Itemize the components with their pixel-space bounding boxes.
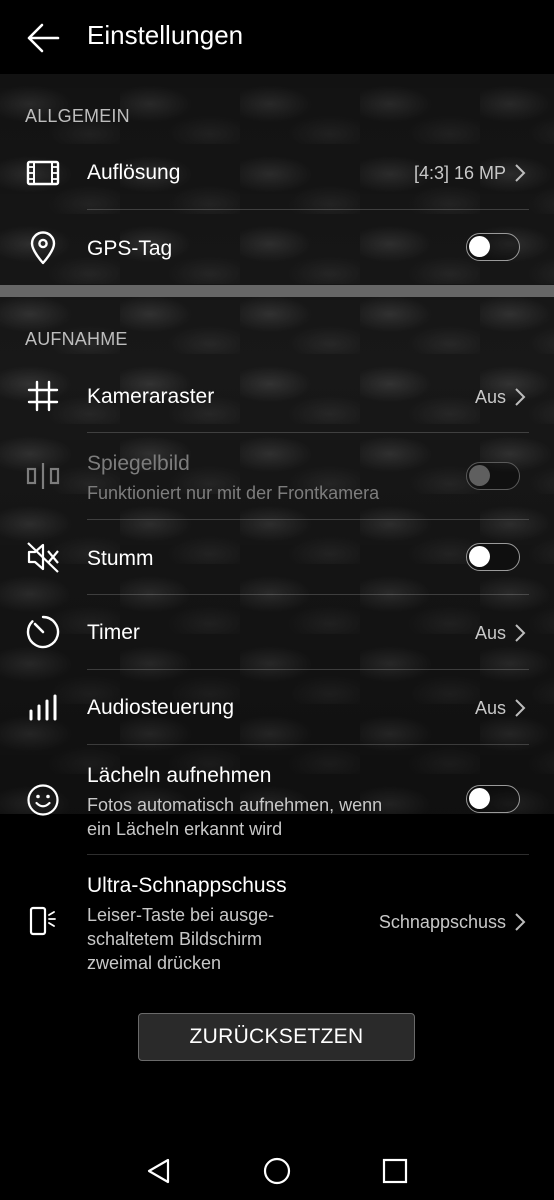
- setting-description-line2: ein Lächeln erkannt wird: [87, 819, 283, 839]
- mirror-icon: [26, 463, 60, 489]
- setting-label: Lächeln aufnehmen: [87, 764, 272, 787]
- setting-value: [4:3] 16 MP: [413, 163, 506, 183]
- setting-smile-capture[interactable]: Lächeln aufnehmen Fotos automatisch aufn…: [0, 745, 554, 855]
- chevron-right-icon: [515, 913, 526, 931]
- setting-resolution[interactable]: Auflösung [4:3] 16 MP: [0, 136, 554, 210]
- setting-description: Funktioniert nur mit der Frontkamera: [87, 483, 380, 503]
- film-frame-icon: [26, 160, 60, 186]
- location-pin-icon: [30, 231, 56, 265]
- section-label-general: ALLGEMEIN: [25, 106, 130, 126]
- chevron-right-icon: [515, 388, 526, 406]
- setting-description-line3: zweimal drücken: [87, 953, 222, 973]
- toggle-knob: [469, 465, 490, 486]
- setting-ultra-snapshot[interactable]: Ultra-Schnappschuss Leiser-Taste bei aus…: [0, 855, 554, 985]
- setting-timer[interactable]: Timer Aus: [0, 595, 554, 670]
- speaker-mute-icon: [27, 542, 59, 573]
- setting-camera-grid[interactable]: Kameraraster Aus: [0, 360, 554, 433]
- setting-description-line1: Leiser-Taste bei ausge-: [87, 905, 275, 925]
- smile-icon: [27, 784, 59, 816]
- smile-capture-toggle[interactable]: [466, 785, 520, 813]
- phone-side-button-icon: [29, 906, 56, 936]
- setting-value: Aus: [474, 623, 506, 643]
- setting-value: Aus: [474, 387, 506, 407]
- toggle-knob: [469, 546, 490, 567]
- setting-mute[interactable]: Stumm: [0, 520, 554, 595]
- back-arrow-icon[interactable]: [26, 22, 60, 54]
- grid-hash-icon: [27, 380, 59, 412]
- mute-toggle[interactable]: [466, 543, 520, 571]
- chevron-right-icon: [515, 624, 526, 642]
- chevron-right-icon: [515, 699, 526, 717]
- setting-label: Kameraraster: [87, 385, 215, 408]
- setting-value: Schnappschuss: [378, 912, 506, 932]
- gps-tag-toggle[interactable]: [466, 233, 520, 261]
- reset-button[interactable]: ZURÜCKSETZEN: [138, 1013, 415, 1061]
- toggle-knob: [469, 236, 490, 257]
- signal-bars-icon: [29, 694, 57, 721]
- setting-label: Stumm: [87, 547, 154, 570]
- setting-mirror: Spiegelbild Funktioniert nur mit der Fro…: [0, 433, 554, 519]
- setting-label: Auflösung: [87, 161, 181, 184]
- setting-description-line2: schaltetem Bildschirm: [87, 929, 263, 949]
- setting-label: Audiosteuerung: [87, 696, 235, 719]
- section-divider: [0, 285, 554, 297]
- system-navbar: [0, 1140, 554, 1200]
- toggle-knob: [469, 788, 490, 809]
- setting-label: Spiegelbild: [87, 452, 190, 475]
- setting-audio-control[interactable]: Audiosteuerung Aus: [0, 670, 554, 745]
- section-label-capture: AUFNAHME: [25, 329, 128, 349]
- setting-description-line1: Fotos automatisch aufnehmen, wenn: [87, 795, 383, 815]
- setting-label: GPS-Tag: [87, 237, 173, 260]
- chevron-right-icon: [515, 164, 526, 182]
- setting-value: Aus: [474, 698, 506, 718]
- setting-gps-tag[interactable]: GPS-Tag: [0, 210, 554, 286]
- mirror-toggle: [466, 462, 520, 490]
- nav-home-icon[interactable]: [262, 1156, 292, 1186]
- timer-icon: [26, 615, 60, 649]
- app-header: Einstellungen: [0, 0, 554, 74]
- nav-back-icon[interactable]: [144, 1156, 174, 1186]
- page-title: Einstellungen: [87, 20, 244, 50]
- nav-recents-icon[interactable]: [380, 1156, 410, 1186]
- setting-label: Timer: [87, 621, 140, 644]
- setting-label: Ultra-Schnappschuss: [87, 874, 287, 897]
